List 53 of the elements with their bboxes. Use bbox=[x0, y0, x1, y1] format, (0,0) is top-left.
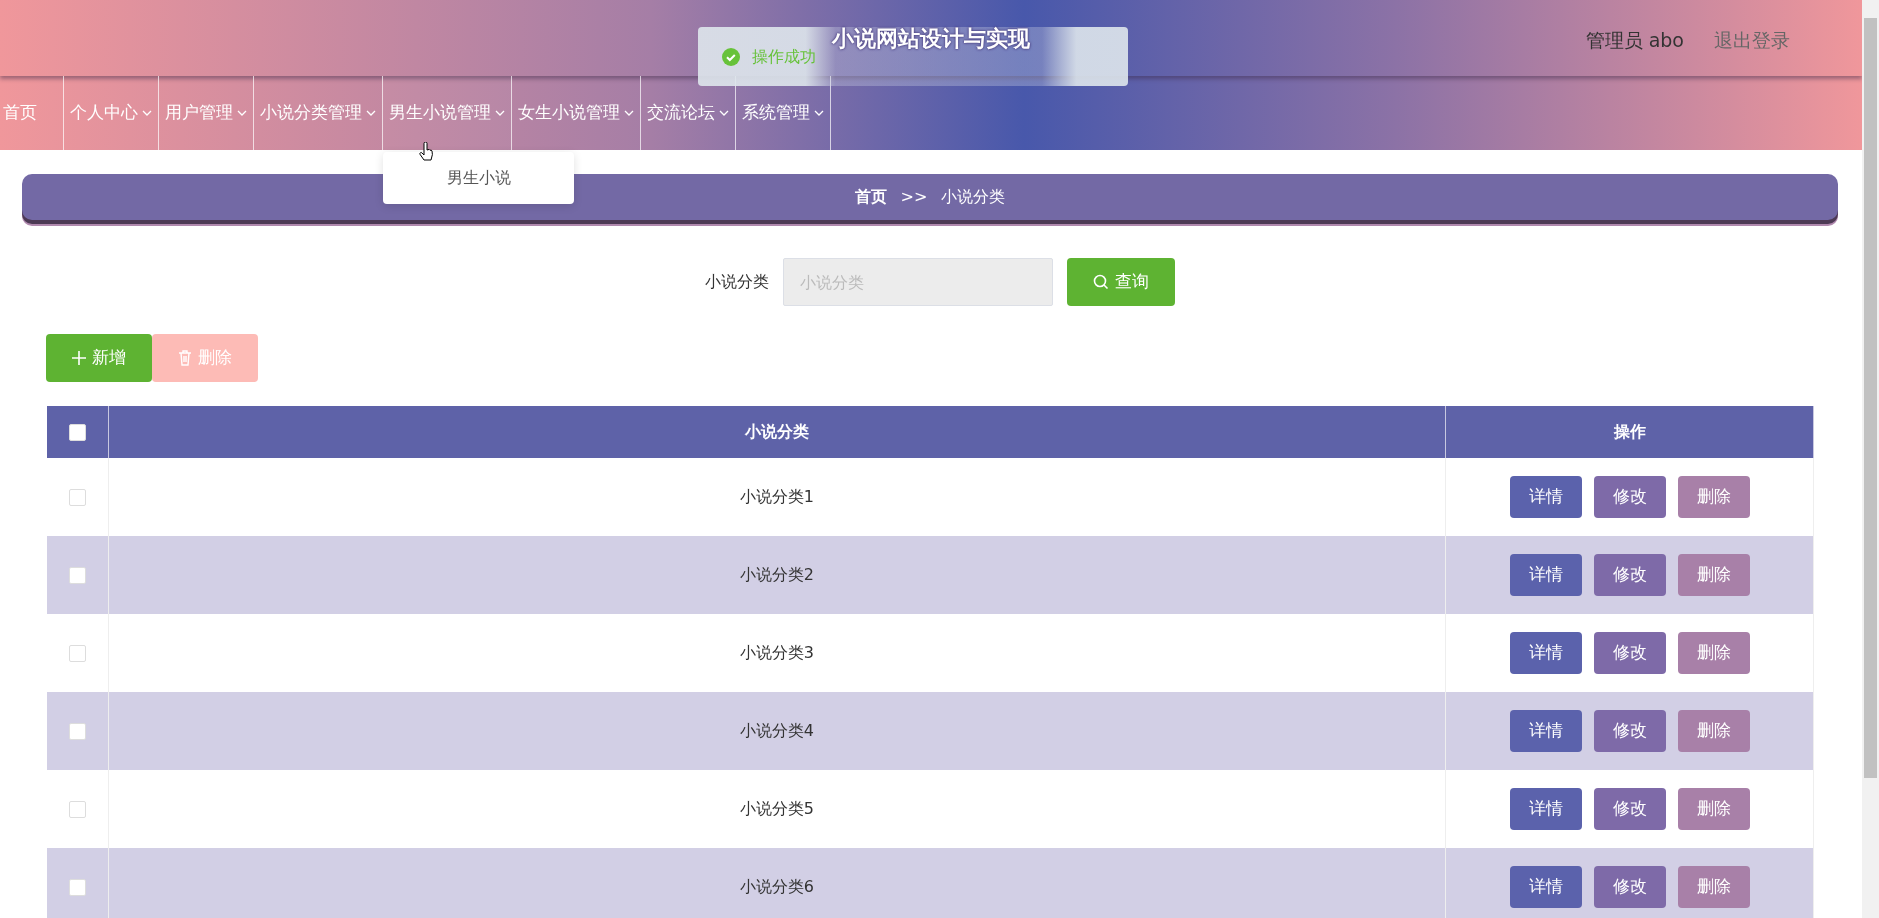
details-button[interactable]: 详情 bbox=[1509, 866, 1582, 908]
row-checkbox[interactable] bbox=[68, 567, 86, 584]
scrollbar-thumb[interactable] bbox=[1864, 18, 1877, 778]
details-button[interactable]: 详情 bbox=[1509, 554, 1582, 596]
delete-button[interactable]: 删除 bbox=[1677, 866, 1750, 908]
table-cell: 小说分类4 bbox=[108, 692, 1446, 770]
details-button[interactable]: 详情 bbox=[1509, 476, 1582, 518]
delete-button[interactable]: 删除 bbox=[1677, 554, 1750, 596]
success-icon bbox=[722, 47, 740, 66]
row-checkbox[interactable] bbox=[68, 879, 86, 896]
nav-item[interactable]: 交流论坛 bbox=[641, 76, 735, 150]
row-checkbox[interactable] bbox=[68, 645, 86, 662]
delete-button[interactable]: 删除 bbox=[1677, 788, 1750, 830]
edit-button[interactable]: 修改 bbox=[1593, 866, 1666, 908]
row-checkbox[interactable] bbox=[68, 801, 86, 818]
column-header: 操作 bbox=[1445, 406, 1814, 458]
plus-icon bbox=[72, 351, 86, 365]
add-button[interactable]: 新增 bbox=[46, 334, 152, 382]
nav-item[interactable]: 男生小说管理 bbox=[383, 76, 511, 150]
search-label: 小说分类 bbox=[704, 271, 769, 293]
nav-item[interactable]: 用户管理 bbox=[159, 76, 253, 150]
row-checkbox[interactable] bbox=[68, 723, 86, 740]
search-icon bbox=[1092, 274, 1109, 290]
table-cell: 小说分类2 bbox=[108, 536, 1446, 614]
user-name: 管理员 abo bbox=[1585, 28, 1684, 53]
delete-button[interactable]: 删除 bbox=[1677, 476, 1750, 518]
logout-link[interactable]: 退出登录 bbox=[1714, 26, 1790, 55]
edit-button[interactable]: 修改 bbox=[1593, 632, 1666, 674]
nav-item[interactable]: 系统管理 bbox=[736, 76, 830, 150]
breadcrumb-separator: >> bbox=[900, 186, 928, 208]
site-title: 小说网站设计与实现 bbox=[832, 25, 1030, 53]
nav-item[interactable]: 小说分类管理 bbox=[254, 76, 382, 150]
toast-message: 操作成功 bbox=[752, 45, 816, 68]
select-all-checkbox[interactable] bbox=[68, 424, 86, 441]
details-button[interactable]: 详情 bbox=[1509, 710, 1582, 752]
table-cell: 小说分类6 bbox=[108, 848, 1446, 918]
nav-item[interactable]: 女生小说管理 bbox=[512, 76, 640, 150]
nav-item[interactable]: 个人中心 bbox=[64, 76, 158, 150]
delete-button[interactable]: 删除 bbox=[1677, 710, 1750, 752]
edit-button[interactable]: 修改 bbox=[1593, 554, 1666, 596]
column-header: 小说分类 bbox=[108, 406, 1446, 458]
edit-button[interactable]: 修改 bbox=[1593, 710, 1666, 752]
search-button[interactable]: 查询 bbox=[1066, 258, 1175, 306]
breadcrumb-current: 小说分类 bbox=[941, 186, 1006, 208]
details-button[interactable]: 详情 bbox=[1509, 632, 1582, 674]
trash-icon bbox=[178, 350, 192, 366]
delete-button[interactable]: 删除 bbox=[1677, 632, 1750, 674]
details-button[interactable]: 详情 bbox=[1509, 788, 1582, 830]
nav-item[interactable]: 首页 bbox=[0, 76, 63, 150]
breadcrumb-home[interactable]: 首页 bbox=[854, 185, 887, 209]
edit-button[interactable]: 修改 bbox=[1593, 476, 1666, 518]
edit-button[interactable]: 修改 bbox=[1593, 788, 1666, 830]
row-checkbox[interactable] bbox=[68, 489, 86, 506]
